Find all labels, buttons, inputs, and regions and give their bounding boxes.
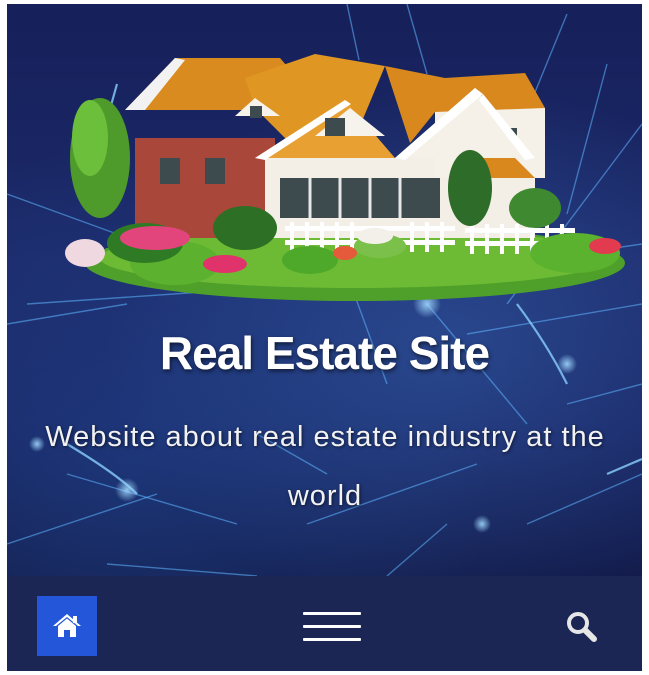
menu-bar	[303, 638, 361, 641]
search-button[interactable]	[565, 610, 605, 650]
site-title: Real Estate Site	[159, 327, 490, 379]
page-frame: Real Estate Site Website about real esta…	[7, 4, 642, 671]
home-icon	[53, 614, 81, 637]
menu-button[interactable]	[303, 606, 361, 646]
menu-bar	[303, 625, 361, 628]
house-image	[65, 54, 625, 301]
home-button[interactable]	[37, 596, 97, 656]
site-subtitle: Website about real estate industry at th…	[45, 421, 605, 512]
search-icon	[567, 612, 597, 642]
hero-banner: Real Estate Site Website about real esta…	[7, 4, 642, 576]
menu-bar	[303, 612, 361, 615]
bottom-navbar	[7, 576, 642, 671]
